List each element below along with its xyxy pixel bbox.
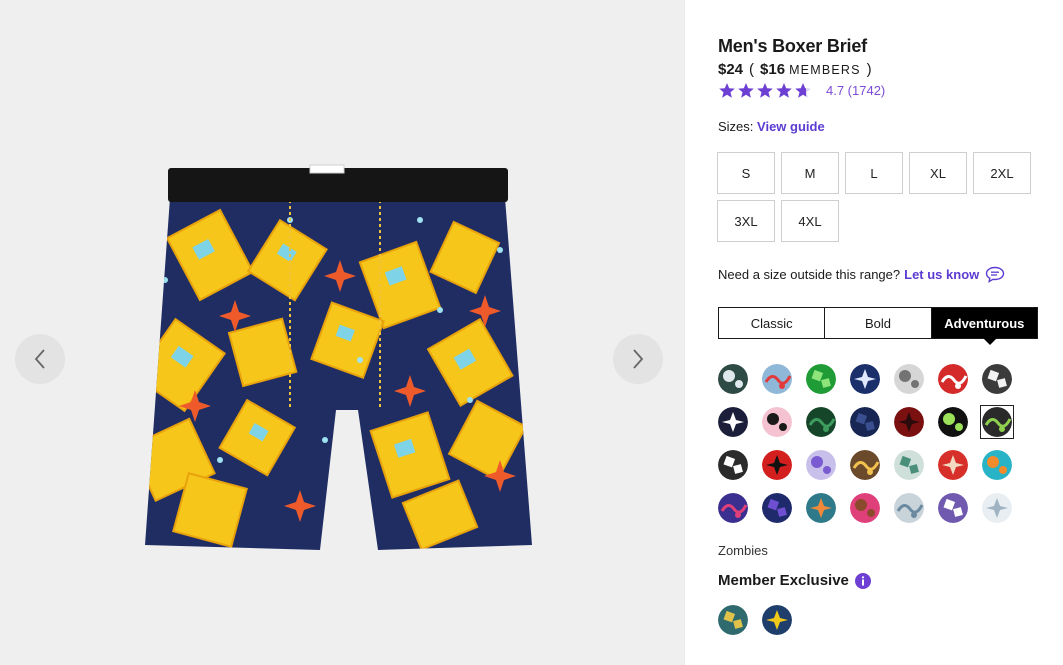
pattern-swatch[interactable] [894,364,924,394]
pattern-swatch[interactable] [806,450,836,480]
exclusive-pattern-swatch[interactable] [762,605,792,635]
rating-count[interactable]: 4.7 (1742) [826,83,885,98]
member-label: MEMBERS [789,63,861,77]
pattern-swatch[interactable] [762,450,792,480]
pattern-swatch[interactable] [806,364,836,394]
pattern-swatch[interactable] [982,493,1012,523]
size-option-2xl[interactable]: 2XL [973,152,1031,194]
size-option-l[interactable]: L [845,152,903,194]
member-exclusive-heading: Member Exclusive [718,572,871,589]
product-title: Men's Boxer Brief [718,36,867,56]
style-tabs: Classic Bold Adventurous [718,307,1038,339]
pattern-swatch[interactable] [938,407,968,437]
price-row: $24 ( $16 MEMBERS ) [718,61,878,78]
member-exclusive-label: Member Exclusive [718,572,849,589]
size-option-4xl[interactable]: 4XL [781,200,839,242]
sizes-label: Sizes: View guide [718,119,825,134]
view-guide-link[interactable]: View guide [757,119,825,134]
price-paren-open: ( [749,61,755,78]
product-gallery [0,0,684,665]
next-image-button[interactable] [613,334,663,384]
star-rating [718,82,812,99]
pattern-swatch[interactable] [982,407,1012,437]
sizes-label-text: Sizes: [718,119,754,134]
pattern-swatch[interactable] [850,407,880,437]
pattern-swatch[interactable] [806,407,836,437]
size-help-row: Need a size outside this range? Let us k… [718,266,1005,283]
member-price: $16 [760,61,786,78]
rating-row[interactable]: 4.7 (1742) [718,82,885,99]
star-icon [738,83,754,98]
active-tab-indicator [983,338,997,345]
pattern-swatch[interactable] [894,407,924,437]
selected-pattern-name: Zombies [718,543,768,558]
pattern-swatch[interactable] [894,493,924,523]
let-us-know-link[interactable]: Let us know [904,267,979,282]
price-paren-close: ) [866,61,872,78]
pattern-swatch[interactable] [938,493,968,523]
pattern-swatch[interactable] [850,493,880,523]
chevron-left-icon [34,349,45,369]
prev-image-button[interactable] [15,334,65,384]
tab-classic[interactable]: Classic [719,308,825,338]
tab-adventurous[interactable]: Adventurous [930,308,1037,338]
pattern-swatch[interactable] [718,364,748,394]
star-icon [795,83,811,98]
price: $24 [718,61,744,78]
star-icon [719,83,735,98]
pattern-swatch[interactable] [938,364,968,394]
info-icon[interactable] [854,572,871,589]
pattern-swatch-grid [718,364,1038,540]
product-details-panel: Men's Boxer Brief $24 ( $16 MEMBERS ) 4.… [684,0,1063,665]
product-image [145,164,532,550]
size-option-m[interactable]: M [781,152,839,194]
pattern-swatch[interactable] [718,450,748,480]
pattern-swatch[interactable] [850,450,880,480]
size-help-text: Need a size outside this range? [718,267,901,282]
chevron-right-icon [633,349,644,369]
pattern-swatch[interactable] [762,364,792,394]
pattern-swatch[interactable] [938,450,968,480]
pattern-swatch[interactable] [762,407,792,437]
pattern-swatch[interactable] [982,450,1012,480]
pattern-swatch[interactable] [894,450,924,480]
exclusive-pattern-swatch[interactable] [718,605,748,635]
tab-bold[interactable]: Bold [824,308,931,338]
pattern-swatch[interactable] [982,364,1012,394]
pattern-swatch[interactable] [806,493,836,523]
size-option-xl[interactable]: XL [909,152,967,194]
pattern-swatch[interactable] [718,493,748,523]
size-option-3xl[interactable]: 3XL [717,200,775,242]
pattern-swatch[interactable] [762,493,792,523]
pattern-swatch[interactable] [718,407,748,437]
pattern-swatch[interactable] [850,364,880,394]
size-option-s[interactable]: S [717,152,775,194]
chat-bubble-icon[interactable] [985,266,1005,283]
member-exclusive-swatches [718,605,818,637]
star-icon [776,83,792,98]
star-icon [757,83,773,98]
